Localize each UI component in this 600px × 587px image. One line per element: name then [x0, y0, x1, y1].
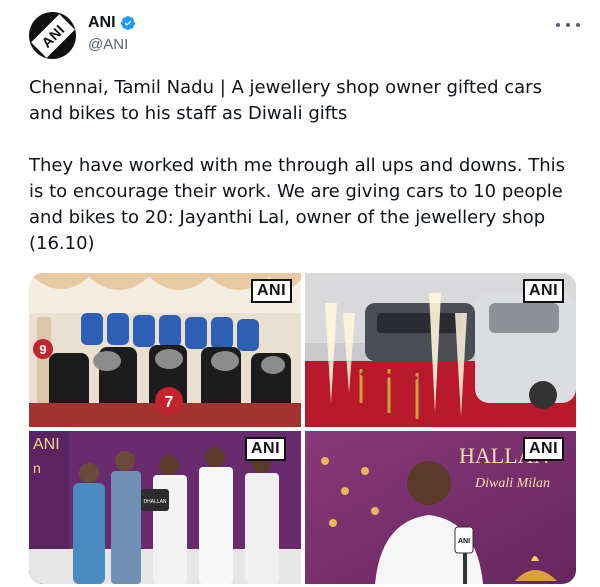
- ani-watermark: ANI: [523, 279, 565, 303]
- photo-owner-interview[interactable]: HALLAN Diwali Milan ANI ANI: [305, 431, 576, 584]
- ani-watermark: ANI: [245, 437, 287, 461]
- bike-tag-9: 9: [39, 342, 46, 357]
- tweet-text: Chennai, Tamil Nadu | A jewellery shop o…: [29, 77, 566, 254]
- photo-cars[interactable]: ANI: [305, 273, 576, 427]
- banner-left-subtext: n: [33, 460, 41, 476]
- certificate-text: DHALLAN: [143, 499, 166, 505]
- banner-subtitle: Diwali Milan: [474, 476, 550, 491]
- photo-bikes[interactable]: 9 7 ANI: [29, 273, 301, 427]
- more-options-icon[interactable]: [556, 18, 580, 32]
- avatar-logo-text: ANI: [37, 20, 68, 51]
- bike-tag-7: 7: [165, 394, 174, 411]
- ani-watermark: ANI: [251, 279, 293, 303]
- username-handle[interactable]: @ANI: [88, 36, 128, 53]
- microphone-label: ANI: [458, 538, 470, 545]
- ani-watermark: ANI: [523, 437, 565, 461]
- author-name-row[interactable]: ANI: [88, 14, 136, 32]
- display-name[interactable]: ANI: [88, 14, 116, 32]
- verified-badge-icon: [120, 16, 135, 30]
- banner-left-text: ANI: [33, 436, 60, 453]
- photo-group[interactable]: ANI n DHALLAN ANI: [29, 431, 301, 584]
- avatar[interactable]: ANI: [29, 12, 76, 59]
- media-grid: 9 7 ANI ANI ANI n DHALLAN ANI HALLAN Diw…: [29, 273, 576, 584]
